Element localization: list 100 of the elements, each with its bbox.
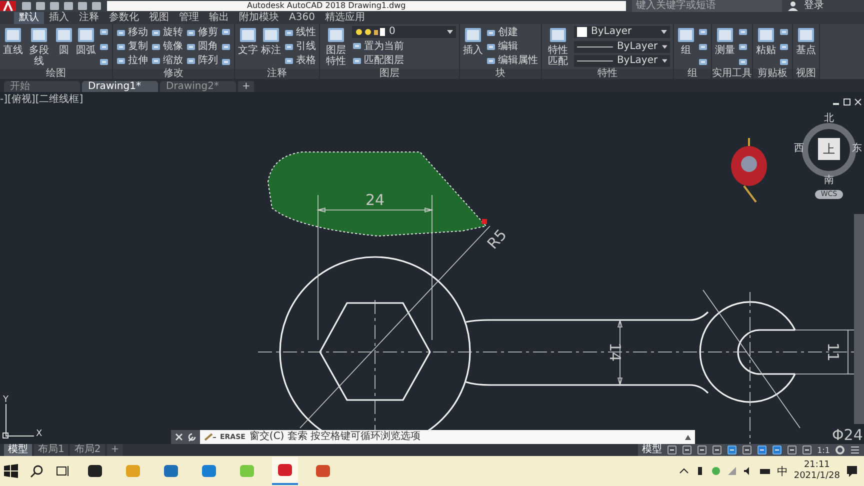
- compass-label[interactable]: 西: [794, 144, 804, 154]
- ucs-axes-icon: [2, 404, 34, 438]
- network-icon: [726, 466, 737, 476]
- scroll-up-icon: [685, 434, 691, 440]
- ribbon-button[interactable]: 移动: [116, 26, 148, 39]
- status-toggle-icon[interactable]: [667, 445, 678, 455]
- clock-time[interactable]: 21:11: [804, 460, 830, 471]
- layout-tab[interactable]: 布局2: [70, 444, 105, 456]
- ribbon-button[interactable]: 文字: [238, 25, 258, 69]
- close-icon: [175, 433, 183, 441]
- file-tab[interactable]: Drawing2*: [160, 81, 236, 92]
- viewport-controls[interactable]: -][俯视][二维线框]: [0, 94, 84, 105]
- ribbon-button[interactable]: 表格: [284, 54, 316, 67]
- ribbon-button[interactable]: 匹配图层: [352, 54, 456, 67]
- caret-icon: [662, 44, 667, 50]
- ribbon-tab[interactable]: 默认: [14, 12, 44, 24]
- ribbon-button[interactable]: 多段线: [26, 25, 52, 69]
- ribbon-button[interactable]: 特性匹配: [545, 25, 571, 69]
- status-toggle-icon[interactable]: [712, 445, 722, 455]
- model-space-button[interactable]: 模型: [642, 444, 662, 456]
- ribbon-tab[interactable]: A360: [284, 12, 320, 24]
- clock-date[interactable]: 2021/1/28: [794, 471, 840, 482]
- ribbon-button[interactable]: 圆弧: [76, 25, 96, 69]
- selection-grip-icon[interactable]: [482, 219, 487, 224]
- ribbon-button[interactable]: 圆角: [186, 40, 218, 53]
- compass-label[interactable]: 东: [852, 144, 862, 154]
- ribbon-button[interactable]: 直线: [3, 25, 23, 69]
- ribbon-button[interactable]: 编辑属性: [486, 54, 538, 67]
- ribbon-button[interactable]: 引线: [284, 40, 316, 53]
- status-toggle-icon[interactable]: [727, 445, 738, 455]
- ribbon-button[interactable]: 基点: [796, 25, 816, 69]
- ribbon-button[interactable]: 线性: [284, 26, 316, 39]
- scrollbar-thumb[interactable]: [854, 214, 864, 424]
- viewcube-face[interactable]: 上: [818, 138, 840, 160]
- tool-icon: [716, 26, 734, 44]
- ribbon-button[interactable]: 圆: [55, 25, 73, 69]
- panel-title[interactable]: 组: [674, 69, 711, 79]
- line-dropdown[interactable]: ByLayer: [574, 40, 670, 52]
- ribbon-button[interactable]: 图层特性: [323, 25, 349, 69]
- file-tab[interactable]: 开始: [4, 81, 80, 92]
- ribbon-button[interactable]: 插入: [463, 25, 483, 69]
- ribbon-tab[interactable]: 参数化: [104, 12, 144, 24]
- panel-title[interactable]: 修改: [113, 69, 234, 79]
- file-tab[interactable]: Drawing1*: [82, 81, 158, 92]
- ribbon-tab[interactable]: 视图: [144, 12, 174, 24]
- new-layout-button[interactable]: +: [106, 444, 124, 456]
- ribbon-button[interactable]: 创建: [486, 26, 538, 39]
- ribbon-tab[interactable]: 插入: [44, 12, 74, 24]
- dimension-label: 24: [365, 191, 385, 209]
- ribbon-button[interactable]: 编辑: [486, 40, 538, 53]
- panel-title[interactable]: 视图: [793, 69, 819, 79]
- status-toggle-icon[interactable]: [757, 445, 768, 455]
- status-toggle-icon[interactable]: [787, 445, 798, 455]
- panel-title[interactable]: 图层: [320, 69, 459, 79]
- status-toggle-icon[interactable]: [802, 445, 812, 455]
- compass-label[interactable]: 南: [824, 176, 834, 186]
- status-toggle-icon[interactable]: [742, 445, 752, 455]
- ribbon-tab[interactable]: 精选应用: [320, 12, 370, 24]
- color-dropdown[interactable]: ByLayer: [574, 26, 670, 38]
- ribbon-button[interactable]: 镜像: [151, 40, 183, 53]
- panel-title[interactable]: 注释: [235, 69, 319, 79]
- ribbon-button[interactable]: 修剪: [186, 26, 218, 39]
- panel-title[interactable]: 剪贴板: [753, 69, 792, 79]
- ribbon-tab[interactable]: 管理: [174, 12, 204, 24]
- caret-icon: [662, 58, 667, 64]
- ribbon-button[interactable]: 组: [677, 25, 695, 69]
- ribbon-button[interactable]: 阵列: [186, 54, 218, 67]
- ribbon-button[interactable]: 标注: [261, 25, 281, 69]
- ribbon-button[interactable]: 置为当前: [352, 40, 456, 52]
- layout-tab[interactable]: 模型: [4, 444, 32, 456]
- ribbon-tab[interactable]: 输出: [204, 12, 234, 24]
- ribbon-button[interactable]: 测量: [715, 25, 735, 69]
- chevron-up-icon: [678, 466, 689, 476]
- panel-title[interactable]: 绘图: [0, 69, 112, 79]
- layout-tab[interactable]: 布局1: [34, 444, 68, 456]
- tool-icon: [30, 26, 48, 44]
- ribbon-tab[interactable]: 附加模块: [234, 12, 284, 24]
- ribbon-button[interactable]: 复制: [116, 40, 148, 53]
- ribbon-button[interactable]: 旋转: [151, 26, 183, 39]
- ribbon-button[interactable]: 拉伸: [116, 54, 148, 67]
- status-toggle-icon[interactable]: [697, 445, 708, 455]
- status-toggle-icon[interactable]: [772, 445, 782, 455]
- caret-icon: [447, 29, 453, 35]
- hatch-region[interactable]: [268, 152, 486, 236]
- new-tab-button[interactable]: +: [238, 81, 254, 92]
- command-icon: [204, 433, 216, 441]
- annotation-scale-button[interactable]: 1:1: [817, 446, 830, 454]
- ribbon-button[interactable]: 粘贴: [756, 25, 776, 69]
- ribbon-tab[interactable]: 注释: [74, 12, 104, 24]
- ribbon-button[interactable]: 缩放: [151, 54, 183, 67]
- layer-dropdown[interactable]: 0: [352, 26, 456, 38]
- panel-title[interactable]: 实用工具: [712, 69, 752, 79]
- compass-label[interactable]: 北: [824, 114, 834, 124]
- status-toggle-icon[interactable]: [682, 445, 692, 455]
- panel-title[interactable]: 特性: [542, 69, 673, 79]
- color-swatch-icon: [577, 27, 587, 37]
- panel-title[interactable]: 块: [460, 69, 541, 79]
- line-dropdown[interactable]: ByLayer: [574, 55, 670, 67]
- input-method-indicator[interactable]: 中: [776, 464, 788, 478]
- sign-in-link[interactable]: 登录: [804, 0, 824, 12]
